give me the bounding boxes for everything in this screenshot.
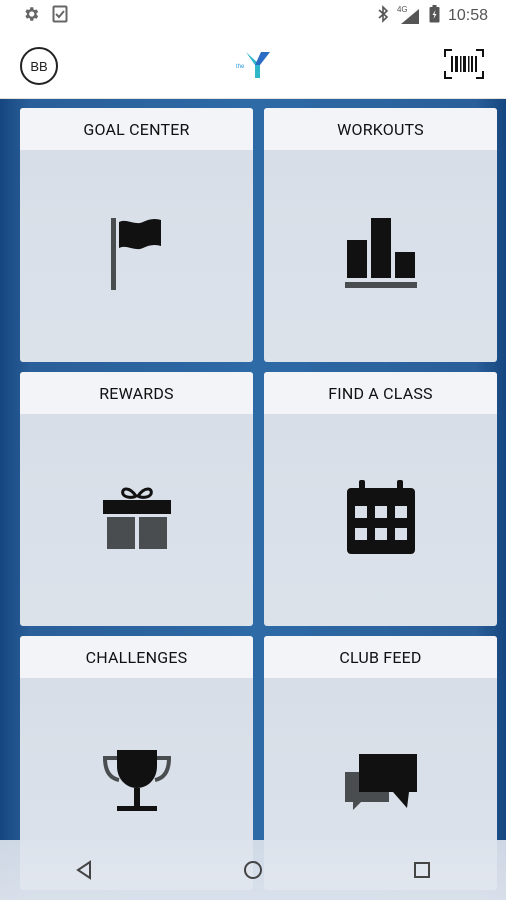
tile-rewards[interactable]: REWARDS (20, 372, 253, 626)
back-icon[interactable] (54, 840, 114, 900)
trophy-icon (101, 746, 173, 822)
tile-find-a-class[interactable]: FIND A CLASS (264, 372, 497, 626)
dashboard-grid: GOAL CENTER WORKOUTS REWARDS FIND A CLAS… (0, 99, 506, 900)
avatar[interactable]: BB (20, 47, 58, 85)
tile-title: FIND A CLASS (264, 372, 497, 414)
battery-icon (429, 5, 440, 27)
avatar-initials: BB (30, 58, 48, 74)
app-bar: BB the (0, 32, 506, 99)
tile-workouts[interactable]: WORKOUTS (264, 108, 497, 362)
tile-title: WORKOUTS (264, 108, 497, 150)
settings-icon (22, 5, 40, 27)
tile-title: GOAL CENTER (20, 108, 253, 150)
calendar-icon (345, 480, 417, 560)
home-icon[interactable] (223, 840, 283, 900)
flag-icon (107, 214, 167, 298)
status-time: 10:58 (447, 7, 488, 24)
navigation-bar (0, 840, 506, 900)
chat-bubbles-icon (343, 746, 419, 822)
recents-icon[interactable] (392, 840, 452, 900)
tile-goal-center[interactable]: GOAL CENTER (20, 108, 253, 362)
signal-4g-icon: 4G (396, 5, 421, 25)
status-bar: 4G 10:58 (0, 0, 506, 32)
network-label: 4G (396, 5, 408, 14)
ymca-logo: the (236, 50, 272, 80)
bluetooth-icon (377, 5, 389, 27)
tile-title: CLUB FEED (264, 636, 497, 678)
bar-chart-icon (344, 216, 417, 296)
gift-icon (101, 482, 173, 558)
ymca-y-icon (246, 52, 270, 78)
tile-title: REWARDS (20, 372, 253, 414)
tile-title: CHALLENGES (20, 636, 253, 678)
barcode-scan-icon[interactable] (444, 49, 484, 79)
clipboard-check-icon (52, 5, 68, 27)
